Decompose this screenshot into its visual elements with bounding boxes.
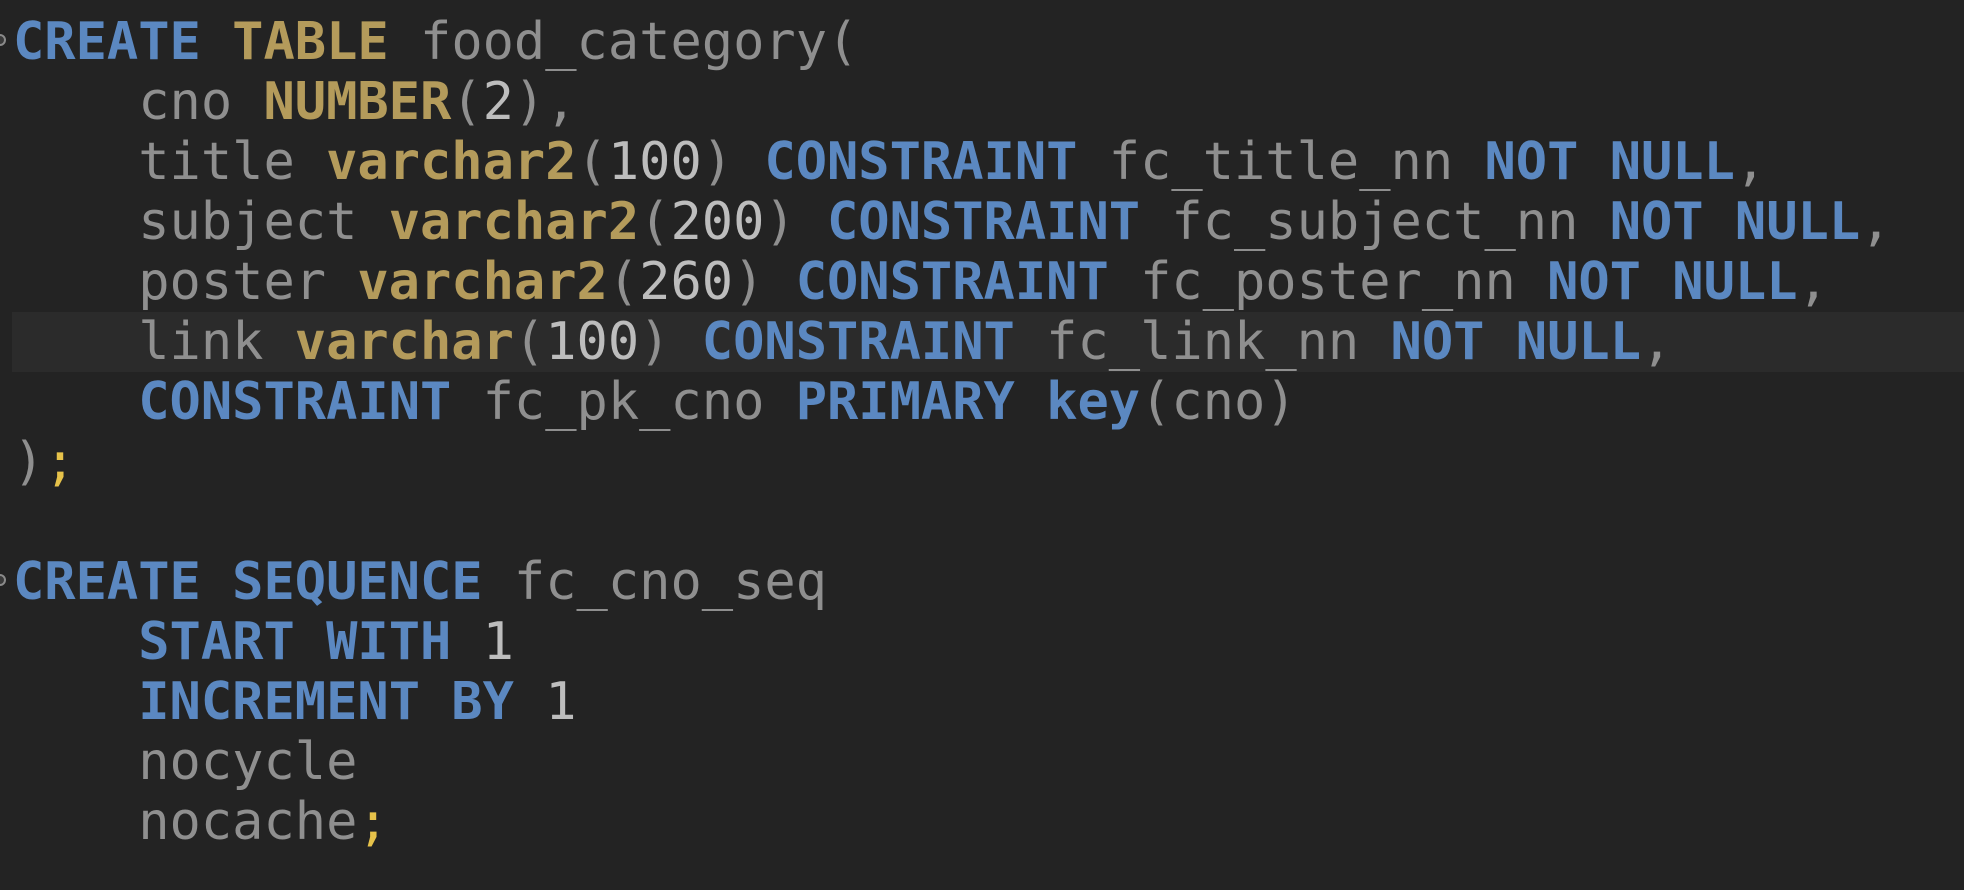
token-punc: ( <box>576 132 608 192</box>
token-id <box>13 612 138 672</box>
token-punc: , <box>1641 312 1673 372</box>
code-line[interactable]: CREATE TABLE food_category( <box>0 12 1964 72</box>
token-type: NUMBER <box>263 72 452 132</box>
token-punc: ) <box>701 132 765 192</box>
token-punc: ) <box>733 252 796 312</box>
token-kw: INCREMENT BY <box>138 672 514 732</box>
token-num: 100 <box>607 132 702 192</box>
token-punc: ( <box>513 312 546 372</box>
token-punc: ( <box>607 252 640 312</box>
token-punc: ) <box>764 192 827 252</box>
token-id: fc_link_nn <box>1014 312 1391 372</box>
token-num: 200 <box>670 192 765 252</box>
token-id: poster <box>13 252 358 312</box>
token-kw: NOT NULL <box>1609 192 1861 252</box>
code-line[interactable]: title varchar2(100) CONSTRAINT fc_title_… <box>0 132 1964 192</box>
token-id <box>514 672 545 732</box>
token-kw: CONSTRAINT <box>764 132 1078 192</box>
token-id: fc_subject_nn <box>1140 192 1610 252</box>
token-punc: , <box>1797 252 1829 312</box>
token-num: 2 <box>482 72 514 132</box>
token-kw: START WITH <box>138 612 452 672</box>
token-kw: NOT NULL <box>1547 252 1798 312</box>
code-line-current[interactable]: link varchar(100) CONSTRAINT fc_link_nn … <box>12 312 1964 372</box>
token-id: link <box>13 312 295 372</box>
code-line[interactable]: subject varchar2(200) CONSTRAINT fc_subj… <box>0 192 1964 252</box>
token-semi: ; <box>357 792 389 852</box>
fold-toggle-icon[interactable] <box>0 34 6 46</box>
token-id <box>201 12 232 72</box>
code-line[interactable]: nocycle <box>0 732 1964 792</box>
code-line[interactable]: CREATE SEQUENCE fc_cno_seq <box>0 552 1964 612</box>
token-id <box>13 672 138 732</box>
token-num: 260 <box>639 252 734 312</box>
token-id: fc_poster_nn <box>1108 252 1548 312</box>
code-line[interactable]: START WITH 1 <box>0 612 1964 672</box>
token-punc: ( <box>827 12 859 72</box>
token-type: varchar <box>294 312 514 372</box>
token-punc: (cno) <box>1140 372 1297 432</box>
fold-toggle-icon[interactable] <box>0 574 6 586</box>
token-kw: CONSTRAINT <box>701 312 1015 372</box>
token-num: 100 <box>545 312 640 372</box>
token-num: 1 <box>545 672 577 732</box>
code-editor[interactable]: CREATE TABLE food_category( cno NUMBER(2… <box>0 12 1964 852</box>
token-type: varchar2 <box>326 132 577 192</box>
code-line[interactable] <box>0 492 1964 552</box>
token-punc: ( <box>451 72 483 132</box>
token-id: fc_title_nn <box>1077 132 1485 192</box>
token-kw: PRIMARY key <box>795 372 1141 432</box>
token-kw: NOT NULL <box>1390 312 1641 372</box>
token-kw: NOT NULL <box>1484 132 1735 192</box>
token-punc: , <box>1734 132 1767 192</box>
token-id: subject <box>13 192 389 252</box>
token-punc: , <box>1860 192 1892 252</box>
code-line[interactable]: nocache; <box>0 792 1964 852</box>
token-num: 1 <box>482 612 514 672</box>
token-id: food_category <box>388 12 827 72</box>
code-line[interactable]: cno NUMBER(2), <box>0 72 1964 132</box>
token-type: varchar2 <box>388 192 640 252</box>
token-kw: CONSTRAINT <box>827 192 1141 252</box>
token-id <box>451 612 482 672</box>
code-line[interactable]: poster varchar2(260) CONSTRAINT fc_poste… <box>0 252 1964 312</box>
token-id: nocache <box>13 792 358 852</box>
token-punc: ) <box>13 432 45 492</box>
token-kw: CREATE <box>13 12 201 72</box>
code-line[interactable]: INCREMENT BY 1 <box>0 672 1964 732</box>
token-id: title <box>13 132 327 192</box>
token-kw: CONSTRAINT <box>138 372 452 432</box>
token-semi: ; <box>44 432 76 492</box>
code-line[interactable]: CONSTRAINT fc_pk_cno PRIMARY key(cno) <box>0 372 1964 432</box>
token-kw: CREATE SEQUENCE <box>13 552 483 612</box>
token-id: fc_pk_cno <box>451 372 796 432</box>
token-punc: ) <box>639 312 702 372</box>
token-punc: ), <box>513 72 577 132</box>
token-id: fc_cno_seq <box>482 552 827 612</box>
token-type: varchar2 <box>357 252 608 312</box>
token-type: TABLE <box>232 12 389 72</box>
token-id <box>13 372 138 432</box>
token-id: nocycle <box>13 732 358 792</box>
code-line[interactable]: ); <box>0 432 1964 492</box>
token-punc: ( <box>639 192 671 252</box>
token-kw: CONSTRAINT <box>795 252 1109 312</box>
token-id: cno <box>13 72 264 132</box>
